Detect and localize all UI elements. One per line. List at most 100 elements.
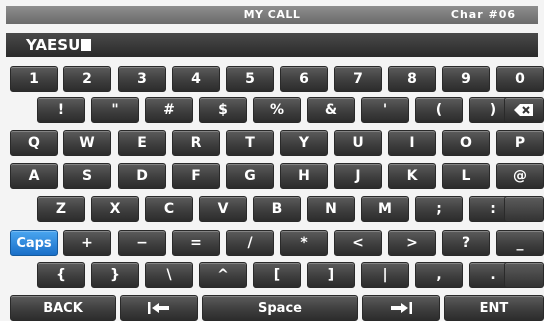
key-6-0[interactable]: {	[37, 262, 85, 288]
key-0-6[interactable]: 7	[334, 66, 382, 92]
key-5-8[interactable]: ?	[442, 230, 490, 256]
key-label: S	[81, 168, 93, 184]
key-2-2[interactable]: E	[118, 130, 166, 156]
key-5-7[interactable]: >	[388, 230, 436, 256]
key-2-6[interactable]: U	[334, 130, 382, 156]
key-label: }	[110, 267, 120, 283]
key-label: P	[514, 135, 526, 151]
key-2-4[interactable]: T	[226, 130, 274, 156]
key-3-9[interactable]: @	[496, 163, 544, 189]
key-2-5[interactable]: Y	[280, 130, 328, 156]
key-6-4[interactable]: [	[253, 262, 301, 288]
key-4-5[interactable]: N	[307, 196, 355, 222]
key-6-5[interactable]: ]	[307, 262, 355, 288]
key-1-2[interactable]: #	[145, 97, 193, 123]
key-5-6[interactable]: <	[334, 230, 382, 256]
key-6-7[interactable]: ,	[415, 262, 463, 288]
key-label: G	[244, 168, 256, 184]
key-5-3[interactable]: =	[172, 230, 220, 256]
key-label: '	[382, 102, 388, 118]
space-button[interactable]: Space	[202, 295, 358, 321]
key-0-9[interactable]: 0	[496, 66, 544, 92]
key-label: 3	[137, 71, 147, 87]
key-label: ,	[436, 267, 442, 283]
back-button[interactable]: BACK	[10, 295, 116, 321]
key-3-7[interactable]: K	[388, 163, 436, 189]
key-1-7[interactable]: (	[415, 97, 463, 123]
key-label: <	[352, 235, 364, 251]
key-3-5[interactable]: H	[280, 163, 328, 189]
ent-button[interactable]: ENT	[444, 295, 544, 321]
key-label: #	[163, 102, 175, 118]
key-label: U	[352, 135, 364, 151]
key-4-4[interactable]: B	[253, 196, 301, 222]
key-4-0[interactable]: Z	[37, 196, 85, 222]
key-6-2[interactable]: \	[145, 262, 193, 288]
key-label: −	[136, 235, 148, 251]
key-1-0[interactable]: !	[37, 97, 85, 123]
key-1-6[interactable]: '	[361, 97, 409, 123]
key-label: ;	[436, 201, 442, 217]
key-3-8[interactable]: L	[442, 163, 490, 189]
cursor-left-button[interactable]	[120, 295, 198, 321]
key-2-9[interactable]: P	[496, 130, 544, 156]
key-3-3[interactable]: F	[172, 163, 220, 189]
key-0-0[interactable]: 1	[10, 66, 58, 92]
key-5-2[interactable]: −	[118, 230, 166, 256]
key-2-7[interactable]: I	[388, 130, 436, 156]
callsign-entry-field[interactable]: YAESU	[6, 33, 538, 57]
key-2-0[interactable]: Q	[10, 130, 58, 156]
key-3-4[interactable]: G	[226, 163, 274, 189]
blank-key	[504, 262, 544, 288]
key-3-6[interactable]: J	[334, 163, 382, 189]
key-4-7[interactable]: ;	[415, 196, 463, 222]
key-4-6[interactable]: M	[361, 196, 409, 222]
key-4-3[interactable]: V	[199, 196, 247, 222]
key-3-0[interactable]: A	[10, 163, 58, 189]
key-4-2[interactable]: C	[145, 196, 193, 222]
key-label: :	[490, 201, 496, 217]
key-0-2[interactable]: 3	[118, 66, 166, 92]
key-5-1[interactable]: +	[63, 230, 111, 256]
key-label: ^	[217, 267, 229, 283]
key-1-3[interactable]: $	[199, 97, 247, 123]
key-5-9[interactable]: _	[496, 230, 544, 256]
key-label: R	[190, 135, 202, 151]
key-0-8[interactable]: 9	[442, 66, 490, 92]
key-2-1[interactable]: W	[63, 130, 111, 156]
key-label: O	[460, 135, 472, 151]
key-0-3[interactable]: 4	[172, 66, 220, 92]
key-6-3[interactable]: ^	[199, 262, 247, 288]
key-label: BACK	[43, 300, 83, 316]
key-label: B	[271, 201, 283, 217]
key-label: Space	[258, 300, 302, 316]
caps-key[interactable]: Caps	[10, 230, 58, 256]
key-4-1[interactable]: X	[91, 196, 139, 222]
key-0-5[interactable]: 6	[280, 66, 328, 92]
key-3-1[interactable]: S	[63, 163, 111, 189]
key-5-4[interactable]: /	[226, 230, 274, 256]
key-label: $	[218, 102, 228, 118]
key-0-7[interactable]: 8	[388, 66, 436, 92]
key-label: K	[406, 168, 418, 184]
key-6-6[interactable]: |	[361, 262, 409, 288]
key-label: 0	[515, 71, 525, 87]
key-0-4[interactable]: 5	[226, 66, 274, 92]
key-label: W	[79, 135, 95, 151]
key-label: J	[355, 168, 361, 184]
key-1-5[interactable]: &	[307, 97, 355, 123]
char-counter: Char #06	[450, 8, 516, 21]
cursor-right-button[interactable]	[362, 295, 440, 321]
key-3-2[interactable]: D	[118, 163, 166, 189]
key-5-5[interactable]: *	[280, 230, 328, 256]
key-0-1[interactable]: 2	[63, 66, 111, 92]
key-1-1[interactable]: "	[91, 97, 139, 123]
key-label: =	[190, 235, 202, 251]
key-6-1[interactable]: }	[91, 262, 139, 288]
backspace-button[interactable]	[504, 97, 544, 123]
cursor-left-icon	[148, 302, 169, 314]
key-2-3[interactable]: R	[172, 130, 220, 156]
key-label: 8	[407, 71, 417, 87]
key-1-4[interactable]: %	[253, 97, 301, 123]
key-2-8[interactable]: O	[442, 130, 490, 156]
